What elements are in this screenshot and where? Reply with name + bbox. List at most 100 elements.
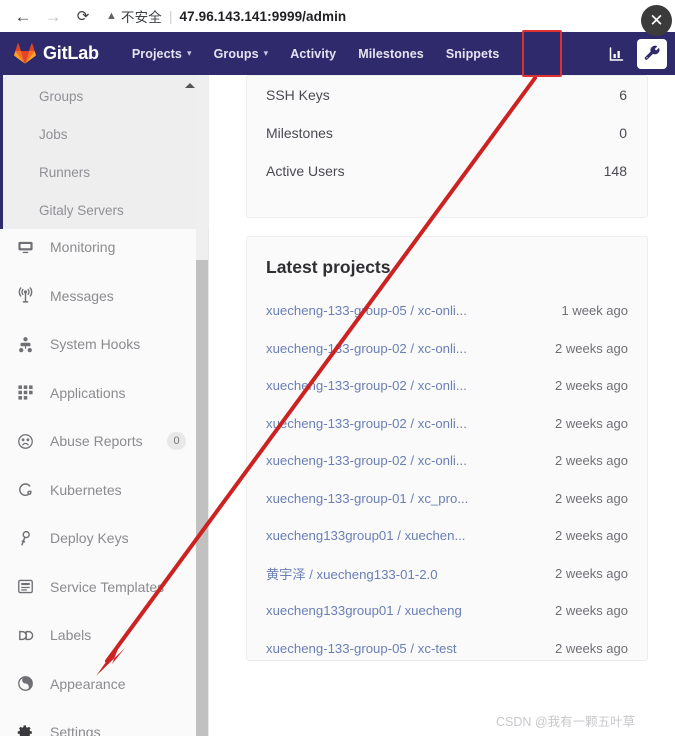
template-icon bbox=[17, 578, 38, 596]
nav-item-milestones-label: Milestones bbox=[358, 46, 424, 61]
abuse-report-icon bbox=[17, 432, 38, 450]
sidebar-item-labels[interactable]: Labels bbox=[0, 611, 200, 660]
sidebar-scrollbar-thumb[interactable] bbox=[196, 260, 208, 736]
wrench-icon[interactable] bbox=[637, 38, 667, 69]
list-item[interactable]: xuecheng-133-group-02 / xc-onli... 2 wee… bbox=[266, 367, 628, 405]
sidebar-subitem-jobs[interactable]: Jobs bbox=[3, 115, 209, 153]
chevron-down-icon: ▾ bbox=[186, 48, 192, 58]
nav-item-snippets[interactable]: Snippets bbox=[435, 47, 511, 61]
project-link[interactable]: xuecheng133group01 / xuecheng bbox=[266, 603, 555, 618]
sidebar-item-messages[interactable]: Messages bbox=[0, 272, 200, 321]
sidebar-item-applications[interactable]: Applications bbox=[0, 369, 200, 418]
project-time: 2 weeks ago bbox=[555, 490, 628, 506]
chevron-down-icon: ▾ bbox=[263, 48, 269, 58]
sidebar-item-label: Kubernetes bbox=[50, 481, 122, 498]
stat-value: 6 bbox=[619, 87, 627, 103]
project-time: 2 weeks ago bbox=[555, 415, 628, 431]
list-item[interactable]: xuecheng133group01 / xuecheng 2 weeks ag… bbox=[266, 592, 628, 630]
project-time: 2 weeks ago bbox=[555, 340, 628, 356]
list-item[interactable]: xuecheng-133-group-02 / xc-onli... 2 wee… bbox=[266, 442, 628, 480]
admin-sidebar: Groups Jobs Runners Gitaly Servers Monit… bbox=[0, 75, 209, 736]
list-item[interactable]: xuecheng-133-group-02 / xc-onli... 2 wee… bbox=[266, 330, 628, 368]
project-link[interactable]: xuecheng-133-group-02 / xc-onli... bbox=[266, 416, 555, 431]
sidebar-item-service-templates[interactable]: Service Templates bbox=[0, 563, 200, 612]
appearance-icon bbox=[17, 675, 38, 693]
sidebar-subitem-label: Gitaly Servers bbox=[39, 202, 124, 218]
project-link[interactable]: xuecheng-133-group-02 / xc-onli... bbox=[266, 378, 555, 393]
gitlab-brand-text: GitLab bbox=[43, 43, 99, 63]
sidebar-item-system-hooks[interactable]: System Hooks bbox=[0, 320, 200, 369]
project-link[interactable]: xuecheng-133-group-02 / xc-onli... bbox=[266, 341, 555, 356]
sidebar-item-label: Settings bbox=[50, 724, 101, 736]
list-item[interactable]: xuecheng-133-group-05 / xc-onli... 1 wee… bbox=[266, 292, 628, 330]
omnibox-separator: | bbox=[169, 8, 173, 24]
security-status-label: 不安全 bbox=[120, 10, 162, 25]
watermark-text: CSDN @我有一颗五叶草 bbox=[496, 715, 636, 729]
sidebar-item-abuse-reports[interactable]: Abuse Reports 0 bbox=[0, 417, 200, 466]
reload-icon[interactable]: ⟳ bbox=[68, 1, 98, 31]
bar-chart-icon[interactable] bbox=[601, 39, 631, 69]
list-item[interactable]: xuecheng-133-group-02 / xc-onli... 2 wee… bbox=[266, 405, 628, 443]
nav-item-projects[interactable]: Projects ▾ bbox=[121, 47, 203, 61]
stat-value: 0 bbox=[619, 125, 627, 141]
nav-item-groups[interactable]: Groups ▾ bbox=[203, 47, 280, 61]
stat-label: SSH Keys bbox=[266, 87, 330, 103]
list-item[interactable]: xuecheng-133-group-05 / xc-test 2 weeks … bbox=[266, 630, 628, 668]
sidebar-item-appearance[interactable]: Appearance bbox=[0, 660, 200, 709]
back-icon[interactable]: ← bbox=[8, 1, 38, 31]
labels-icon bbox=[17, 626, 38, 644]
project-link[interactable]: xuecheng-133-group-01 / xc_pro... bbox=[266, 491, 555, 506]
sidebar-item-label: System Hooks bbox=[50, 336, 141, 353]
address-bar[interactable]: ▲ 不安全 | 47.96.143.141:9999/admin bbox=[106, 4, 675, 28]
project-time: 2 weeks ago bbox=[555, 453, 628, 469]
sidebar-subitem-runners[interactable]: Runners bbox=[3, 153, 209, 191]
project-link[interactable]: xuecheng133group01 / xuechen... bbox=[266, 528, 555, 543]
project-link[interactable]: 黄宇泽 / xuecheng133-01-2.0 bbox=[266, 564, 555, 583]
latest-projects-card: Latest projects xuecheng-133-group-05 / … bbox=[246, 236, 648, 661]
sidebar-item-settings[interactable]: Settings bbox=[0, 708, 200, 736]
stat-row: SSH Keys 6 bbox=[247, 76, 647, 114]
sidebar-subitem-groups[interactable]: Groups bbox=[3, 77, 209, 115]
project-link[interactable]: xuecheng-133-group-02 / xc-onli... bbox=[266, 453, 555, 468]
sidebar-item-monitoring[interactable]: Monitoring bbox=[0, 223, 200, 272]
sidebar-item-label: Messages bbox=[50, 287, 114, 304]
stat-value: 148 bbox=[603, 163, 627, 179]
sidebar-subitem-label: Groups bbox=[39, 88, 84, 104]
nav-item-groups-label: Groups bbox=[213, 46, 259, 61]
navbar-right-actions bbox=[601, 38, 667, 69]
main-content: SSH Keys 6 Milestones 0 Active Users 148… bbox=[209, 75, 675, 736]
sidebar-item-label: Abuse Reports bbox=[50, 433, 143, 450]
list-item[interactable]: xuecheng133group01 / xuechen... 2 weeks … bbox=[266, 517, 628, 555]
gitlab-home-link[interactable]: GitLab bbox=[14, 43, 99, 64]
stat-label: Active Users bbox=[266, 163, 345, 179]
sidebar-scrollbar-track[interactable] bbox=[196, 75, 208, 736]
statistics-card: SSH Keys 6 Milestones 0 Active Users 148 bbox=[246, 75, 648, 218]
project-link[interactable]: xuecheng-133-group-05 / xc-test bbox=[266, 641, 555, 656]
stat-row: Active Users 148 bbox=[247, 152, 647, 190]
nav-item-activity[interactable]: Activity bbox=[279, 47, 347, 61]
sidebar-item-label: Service Templates bbox=[50, 578, 165, 595]
gitlab-fox-logo bbox=[14, 43, 36, 64]
nav-item-snippets-label: Snippets bbox=[445, 46, 500, 61]
page-body: Groups Jobs Runners Gitaly Servers Monit… bbox=[0, 75, 675, 736]
sidebar-menu: Monitoring Messages System Hooks Applica… bbox=[0, 223, 200, 736]
list-item[interactable]: xuecheng-133-group-01 / xc_pro... 2 week… bbox=[266, 480, 628, 518]
project-time: 2 weeks ago bbox=[555, 378, 628, 394]
sidebar-item-label: Deploy Keys bbox=[50, 530, 129, 547]
sidebar-item-deploy-keys[interactable]: Deploy Keys bbox=[0, 514, 200, 563]
sidebar-item-label: Appearance bbox=[50, 675, 126, 692]
project-link[interactable]: xuecheng-133-group-05 / xc-onli... bbox=[266, 303, 562, 318]
forward-icon[interactable]: → bbox=[38, 1, 68, 31]
project-time: 2 weeks ago bbox=[555, 528, 628, 544]
sidebar-item-kubernetes[interactable]: Kubernetes bbox=[0, 466, 200, 515]
nav-item-milestones[interactable]: Milestones bbox=[347, 47, 435, 61]
sidebar-item-label: Labels bbox=[50, 627, 92, 644]
gear-icon bbox=[17, 723, 38, 736]
sidebar-submenu-overview: Groups Jobs Runners Gitaly Servers bbox=[0, 75, 209, 229]
latest-projects-title: Latest projects bbox=[266, 257, 391, 277]
navbar-menu: Projects ▾ Groups ▾ Activity Milestones … bbox=[121, 47, 511, 61]
close-icon[interactable]: ✕ bbox=[641, 5, 672, 36]
stat-label: Milestones bbox=[266, 125, 333, 141]
monitor-icon bbox=[17, 238, 38, 256]
list-item[interactable]: 黄宇泽 / xuecheng133-01-2.0 2 weeks ago bbox=[266, 555, 628, 593]
